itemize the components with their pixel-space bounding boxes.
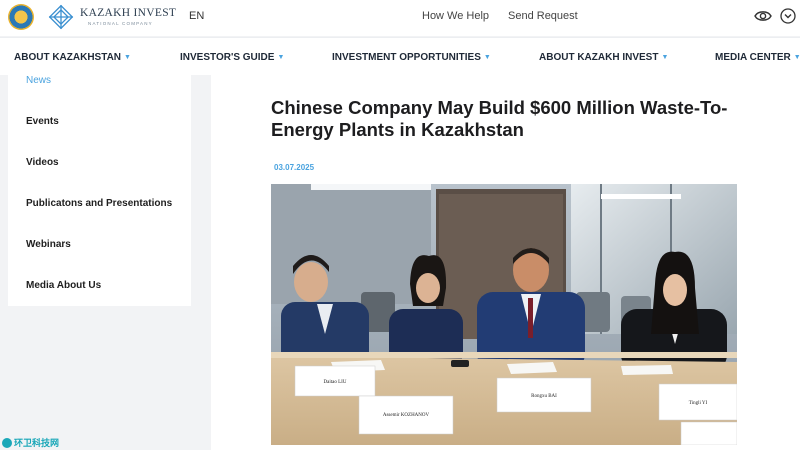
sidebar-item-events[interactable]: Events — [26, 116, 59, 127]
nav-investment-opportunities[interactable]: INVESTMENT OPPORTUNITIES ▼ — [332, 52, 491, 63]
caret-down-icon: ▼ — [124, 54, 131, 61]
logo-subtitle: NATIONAL COMPANY — [88, 21, 153, 26]
article-title: Chinese Company May Build $600 Million W… — [271, 97, 728, 140]
how-we-help-link[interactable]: How We Help — [422, 10, 489, 22]
article-photo: Daitao LIU Assemir KOZHANOV Rongxu BAI T… — [271, 184, 737, 445]
article-panel: Chinese Company May Build $600 Million W… — [211, 75, 800, 450]
nav-label: INVESTOR'S GUIDE — [180, 52, 275, 63]
nav-media-center[interactable]: MEDIA CENTER ▼ — [715, 52, 800, 63]
sidebar-item-media-about-us[interactable]: Media About Us — [26, 280, 101, 291]
nameplate-text: Tingli YI — [689, 401, 708, 406]
article-date: 03.07.2025 — [274, 163, 315, 172]
caret-down-icon: ▼ — [483, 54, 491, 61]
chevron-circle-icon[interactable] — [780, 8, 796, 24]
caret-down-icon: ▼ — [277, 54, 285, 61]
nameplate-text: Assemir KOZHANOV — [383, 413, 430, 418]
sidebar-item-publications[interactable]: Publicatons and Presentations — [26, 198, 172, 209]
caret-down-icon: ▼ — [661, 54, 669, 61]
send-request-link[interactable]: Send Request — [508, 10, 578, 22]
sidebar-item-videos[interactable]: Videos — [26, 157, 59, 168]
media-sidebar: News Events Videos Publicatons and Prese… — [8, 68, 191, 306]
nav-about-kazakhstan[interactable]: ABOUT KAZAKHSTAN ▼ — [14, 52, 131, 63]
kazakh-invest-logo-icon[interactable] — [48, 4, 74, 30]
nav-label: INVESTMENT OPPORTUNITIES — [332, 52, 481, 63]
top-bar: KAZAKH INVEST NATIONAL COMPANY EN How We… — [0, 0, 800, 36]
logo-title[interactable]: KAZAKH INVEST — [80, 7, 176, 19]
eye-icon[interactable] — [754, 9, 772, 23]
nav-label: ABOUT KAZAKH INVEST — [539, 52, 659, 63]
watermark-logo-icon — [2, 437, 12, 448]
nav-label: ABOUT KAZAKHSTAN — [14, 52, 122, 63]
language-switch[interactable]: EN — [189, 10, 204, 22]
sidebar-item-webinars[interactable]: Webinars — [26, 239, 71, 250]
nameplate-text: Daitao LIU — [324, 380, 347, 385]
nav-label: MEDIA CENTER — [715, 52, 791, 63]
nameplate-text: Rongxu BAI — [531, 394, 557, 399]
watermark-text: 环卫科技网 — [14, 438, 60, 448]
state-emblem-icon — [8, 4, 34, 30]
caret-down-icon: ▼ — [793, 54, 800, 61]
site-watermark: 环卫科技网 — [2, 436, 59, 449]
sidebar-item-news[interactable]: News — [26, 75, 51, 86]
nav-about-kazakh-invest[interactable]: ABOUT KAZAKH INVEST ▼ — [539, 52, 668, 63]
nav-investors-guide[interactable]: INVESTOR'S GUIDE ▼ — [180, 52, 284, 63]
